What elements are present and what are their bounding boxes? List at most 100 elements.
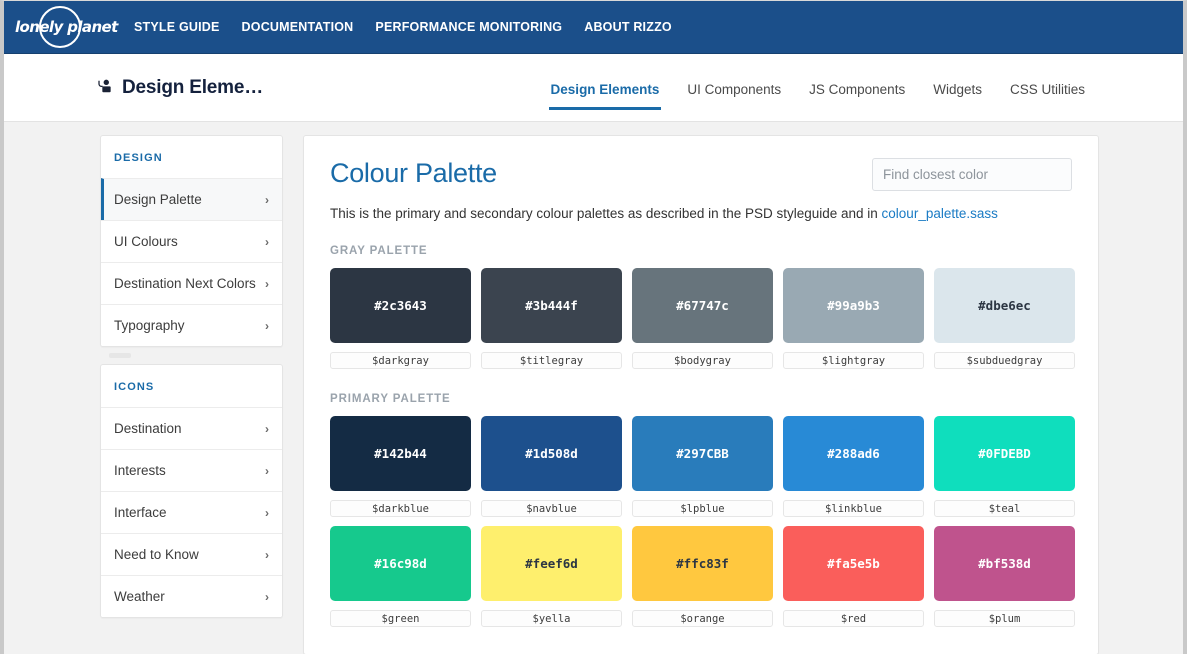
swatch-row: #2c3643 $darkgray #3b444f $titlegray #67…: [330, 268, 1075, 369]
sidebar-item-destination-next-colors[interactable]: Destination Next Colors ›: [101, 262, 282, 304]
color-swatch[interactable]: #1d508d: [481, 416, 622, 491]
swatch-cell-linkblue: #288ad6 $linkblue: [783, 416, 924, 517]
main-content-card: Colour Palette This is the primary and s…: [303, 135, 1099, 654]
tab-design-elements[interactable]: Design Elements: [537, 54, 674, 122]
sidebar-item-label: Design Palette: [114, 192, 202, 207]
nav-link-documentation[interactable]: DOCUMENTATION: [231, 20, 365, 34]
section-tabs: Design Elements UI Components JS Compone…: [537, 54, 1099, 122]
color-swatch[interactable]: #67747c: [632, 268, 773, 343]
swatch-cell-darkblue: #142b44 $darkblue: [330, 416, 471, 517]
chevron-right-icon: ›: [265, 505, 269, 520]
swatch-variable-name[interactable]: $darkblue: [330, 500, 471, 517]
color-swatch[interactable]: #feef6d: [481, 526, 622, 601]
primary-nav-links: STYLE GUIDE DOCUMENTATION PERFORMANCE MO…: [123, 20, 683, 34]
swatch-cell-teal: #0FDEBD $teal: [934, 416, 1075, 517]
swatch-variable-name[interactable]: $linkblue: [783, 500, 924, 517]
sidebar-heading-icons: ICONS: [114, 381, 155, 393]
swatch-cell-navblue: #1d508d $navblue: [481, 416, 622, 517]
sidebar-item-label: UI Colours: [114, 234, 178, 249]
tab-css-utilities[interactable]: CSS Utilities: [996, 54, 1099, 122]
sidebar: DESIGN Design Palette › UI Colours › Des…: [100, 135, 283, 654]
swatch-variable-name[interactable]: $green: [330, 610, 471, 627]
chevron-right-icon: ›: [265, 276, 269, 291]
color-swatch[interactable]: #dbe6ec: [934, 268, 1075, 343]
swatch-variable-name[interactable]: $titlegray: [481, 352, 622, 369]
find-closest-color-input[interactable]: [872, 158, 1072, 191]
sidebar-item-destination[interactable]: Destination ›: [101, 407, 282, 449]
design-palette-icon: [96, 78, 115, 97]
tab-widgets[interactable]: Widgets: [919, 54, 996, 122]
chevron-right-icon: ›: [265, 318, 269, 333]
swatch-cell-titlegray: #3b444f $titlegray: [481, 268, 622, 369]
swatch-variable-name[interactable]: $subduedgray: [934, 352, 1075, 369]
secondary-header: Design Eleme… Design Elements UI Compone…: [4, 54, 1183, 122]
swatch-cell-darkgray: #2c3643 $darkgray: [330, 268, 471, 369]
color-swatch[interactable]: #16c98d: [330, 526, 471, 601]
colour-palette-sass-link[interactable]: colour_palette.sass: [882, 206, 998, 221]
sidebar-item-need-to-know[interactable]: Need to Know ›: [101, 533, 282, 575]
color-swatch[interactable]: #bf538d: [934, 526, 1075, 601]
nav-link-style-guide[interactable]: STYLE GUIDE: [123, 20, 231, 34]
sidebar-item-label: Destination Next Colors: [114, 276, 256, 291]
swatch-cell-orange: #ffc83f $orange: [632, 526, 773, 627]
chevron-right-icon: ›: [265, 234, 269, 249]
page-title-group: Design Eleme…: [96, 77, 263, 99]
swatch-variable-name[interactable]: $lightgray: [783, 352, 924, 369]
color-swatch[interactable]: #fa5e5b: [783, 526, 924, 601]
primary-navbar: lonely planet STYLE GUIDE DOCUMENTATION …: [4, 1, 1183, 54]
sidebar-item-ui-colours[interactable]: UI Colours ›: [101, 220, 282, 262]
color-swatch[interactable]: #142b44: [330, 416, 471, 491]
section-heading-primary-palette: PRIMARY PALETTE: [330, 393, 451, 405]
swatch-cell-yella: #feef6d $yella: [481, 526, 622, 627]
content-title: Colour Palette: [330, 158, 497, 188]
sidebar-item-label: Weather: [114, 589, 165, 604]
sidebar-item-label: Destination: [114, 421, 182, 436]
page-title: Design Eleme…: [122, 76, 264, 98]
sidebar-item-weather[interactable]: Weather ›: [101, 575, 282, 617]
color-swatch[interactable]: #2c3643: [330, 268, 471, 343]
sidebar-item-interface[interactable]: Interface ›: [101, 491, 282, 533]
sidebar-item-label: Interests: [114, 463, 166, 478]
lonely-planet-logo[interactable]: lonely planet: [13, 6, 118, 48]
swatch-variable-name[interactable]: $navblue: [481, 500, 622, 517]
swatch-cell-lightgray: #99a9b3 $lightgray: [783, 268, 924, 369]
swatch-row: #16c98d $green #feef6d $yella #ffc83f $o…: [330, 526, 1075, 627]
swatch-variable-name[interactable]: $darkgray: [330, 352, 471, 369]
swatch-variable-name[interactable]: $teal: [934, 500, 1075, 517]
swatch-cell-red: #fa5e5b $red: [783, 526, 924, 627]
chevron-right-icon: ›: [265, 463, 269, 478]
browser-viewport: lonely planet STYLE GUIDE DOCUMENTATION …: [0, 0, 1187, 654]
color-swatch[interactable]: #288ad6: [783, 416, 924, 491]
color-swatch[interactable]: #0FDEBD: [934, 416, 1075, 491]
chevron-right-icon: ›: [265, 589, 269, 604]
chevron-right-icon: ›: [265, 421, 269, 436]
swatch-cell-lpblue: #297CBB $lpblue: [632, 416, 773, 517]
swatch-variable-name[interactable]: $plum: [934, 610, 1075, 627]
color-swatch[interactable]: #ffc83f: [632, 526, 773, 601]
swatch-row: #142b44 $darkblue #1d508d $navblue #297C…: [330, 416, 1075, 517]
color-swatch[interactable]: #3b444f: [481, 268, 622, 343]
sidebar-group-design: DESIGN Design Palette › UI Colours › Des…: [100, 135, 283, 347]
swatch-variable-name[interactable]: $orange: [632, 610, 773, 627]
color-swatch[interactable]: #99a9b3: [783, 268, 924, 343]
sidebar-heading-design: DESIGN: [114, 152, 163, 164]
sidebar-item-label: Interface: [114, 505, 167, 520]
description-text: This is the primary and secondary colour…: [330, 206, 882, 221]
sidebar-item-label: Need to Know: [114, 547, 199, 562]
swatch-variable-name[interactable]: $bodygray: [632, 352, 773, 369]
swatch-variable-name[interactable]: $red: [783, 610, 924, 627]
sidebar-scroll-nub[interactable]: [109, 353, 131, 358]
nav-link-performance-monitoring[interactable]: PERFORMANCE MONITORING: [364, 20, 573, 34]
sidebar-item-interests[interactable]: Interests ›: [101, 449, 282, 491]
sidebar-item-design-palette[interactable]: Design Palette ›: [101, 178, 282, 220]
swatch-variable-name[interactable]: $lpblue: [632, 500, 773, 517]
swatch-cell-plum: #bf538d $plum: [934, 526, 1075, 627]
swatch-cell-subduedgray: #dbe6ec $subduedgray: [934, 268, 1075, 369]
tab-ui-components[interactable]: UI Components: [673, 54, 795, 122]
swatch-variable-name[interactable]: $yella: [481, 610, 622, 627]
chevron-right-icon: ›: [265, 547, 269, 562]
color-swatch[interactable]: #297CBB: [632, 416, 773, 491]
nav-link-about-rizzo[interactable]: ABOUT RIZZO: [573, 20, 683, 34]
tab-js-components[interactable]: JS Components: [795, 54, 919, 122]
sidebar-item-typography[interactable]: Typography ›: [101, 304, 282, 346]
